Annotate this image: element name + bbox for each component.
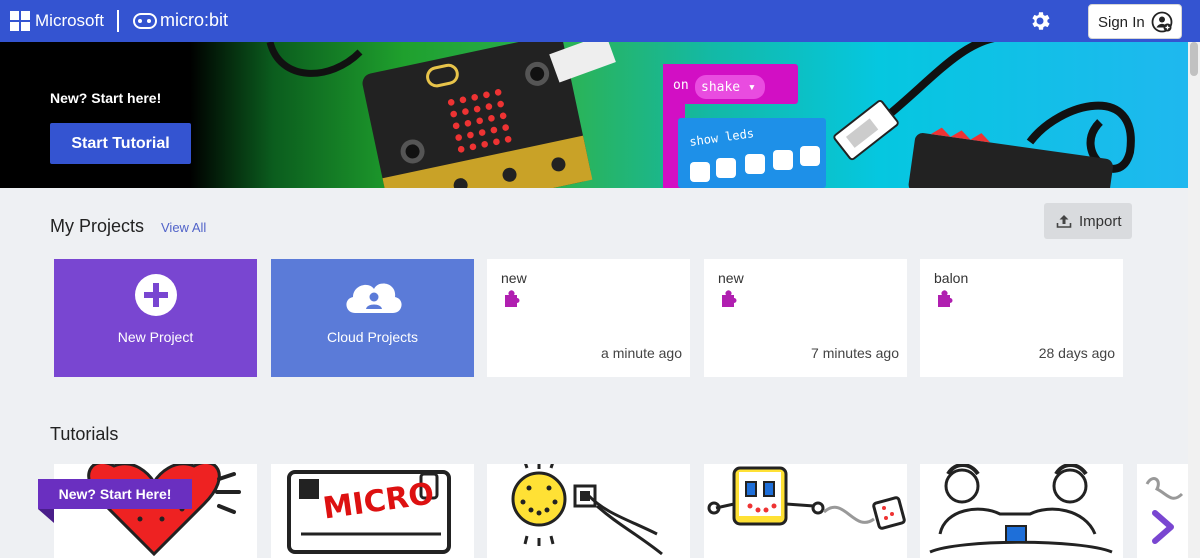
tutorials-heading: Tutorials	[50, 424, 119, 444]
project-updated-time: 28 days ago	[1038, 345, 1115, 361]
project-card[interactable]: new 7 minutes ago	[704, 259, 907, 377]
tutorial-card-smiley-buttons[interactable]	[487, 464, 690, 558]
puzzle-icon	[505, 290, 520, 307]
scrollbar-thumb[interactable]	[1190, 42, 1198, 76]
upload-icon	[1056, 215, 1072, 228]
sign-in-button[interactable]: Sign In	[1088, 4, 1182, 39]
gear-icon[interactable]	[1028, 9, 1052, 33]
microbit-brand[interactable]: micro:bit	[160, 10, 228, 31]
svg-text:on: on	[673, 78, 689, 93]
cloud-user-icon	[346, 283, 402, 313]
project-card[interactable]: balon 28 days ago	[920, 259, 1123, 377]
cloud-projects-label: Cloud Projects	[326, 329, 419, 345]
project-card[interactable]: new a minute ago	[487, 259, 690, 377]
new-project-card[interactable]: New Project	[54, 259, 257, 377]
new-start-here-ribbon[interactable]: New? Start Here!	[38, 479, 192, 509]
puzzle-icon	[938, 290, 953, 307]
microsoft-brand[interactable]: Microsoft	[35, 11, 104, 31]
sign-in-label: Sign In	[1098, 14, 1145, 31]
project-updated-time: 7 minutes ago	[811, 345, 899, 361]
ribbon-fold	[38, 509, 54, 523]
tutorial-thumbnail-dice	[707, 466, 906, 530]
project-updated-time: a minute ago	[601, 345, 682, 361]
microsoft-logo-icon[interactable]	[10, 11, 30, 31]
puzzle-icon	[722, 290, 737, 307]
tutorial-thumbnail-players	[929, 464, 1113, 554]
chevron-right-icon[interactable]	[1150, 510, 1176, 544]
page-scrollbar[interactable]	[1188, 42, 1200, 558]
tutorial-thumbnail-button	[511, 464, 663, 556]
header-divider	[117, 10, 119, 32]
hero-illustration: on shake ▾ show leds	[266, 42, 1135, 188]
top-bar: Microsoft micro:bit Sign In	[0, 0, 1200, 42]
microbit-logo-icon[interactable]	[133, 13, 157, 29]
new-project-label: New Project	[117, 329, 194, 345]
import-label: Import	[1079, 213, 1122, 230]
project-name: new	[718, 270, 744, 286]
user-circle-icon	[1151, 11, 1173, 33]
view-all-link[interactable]: View All	[161, 220, 206, 235]
plus-circle-icon	[135, 274, 177, 316]
start-tutorial-button[interactable]: Start Tutorial	[50, 123, 191, 164]
hero-title: New? Start here!	[50, 90, 162, 106]
tutorial-card-rock-paper-scissors[interactable]	[920, 464, 1123, 558]
svg-text:shake ▾: shake ▾	[701, 80, 756, 95]
project-name: balon	[934, 270, 969, 286]
cloud-projects-card[interactable]: Cloud Projects	[271, 259, 474, 377]
my-projects-heading: My Projects	[50, 216, 145, 236]
project-name: new	[501, 270, 527, 286]
tutorial-thumbnail-name-tag: MICRO	[287, 470, 451, 554]
import-button[interactable]: Import	[1044, 203, 1132, 239]
tutorial-card-name-tag[interactable]: MICRO	[271, 464, 474, 558]
tutorial-card-dice[interactable]	[704, 464, 907, 558]
hero-banner: on shake ▾ show leds New? Start here! St…	[0, 42, 1188, 188]
